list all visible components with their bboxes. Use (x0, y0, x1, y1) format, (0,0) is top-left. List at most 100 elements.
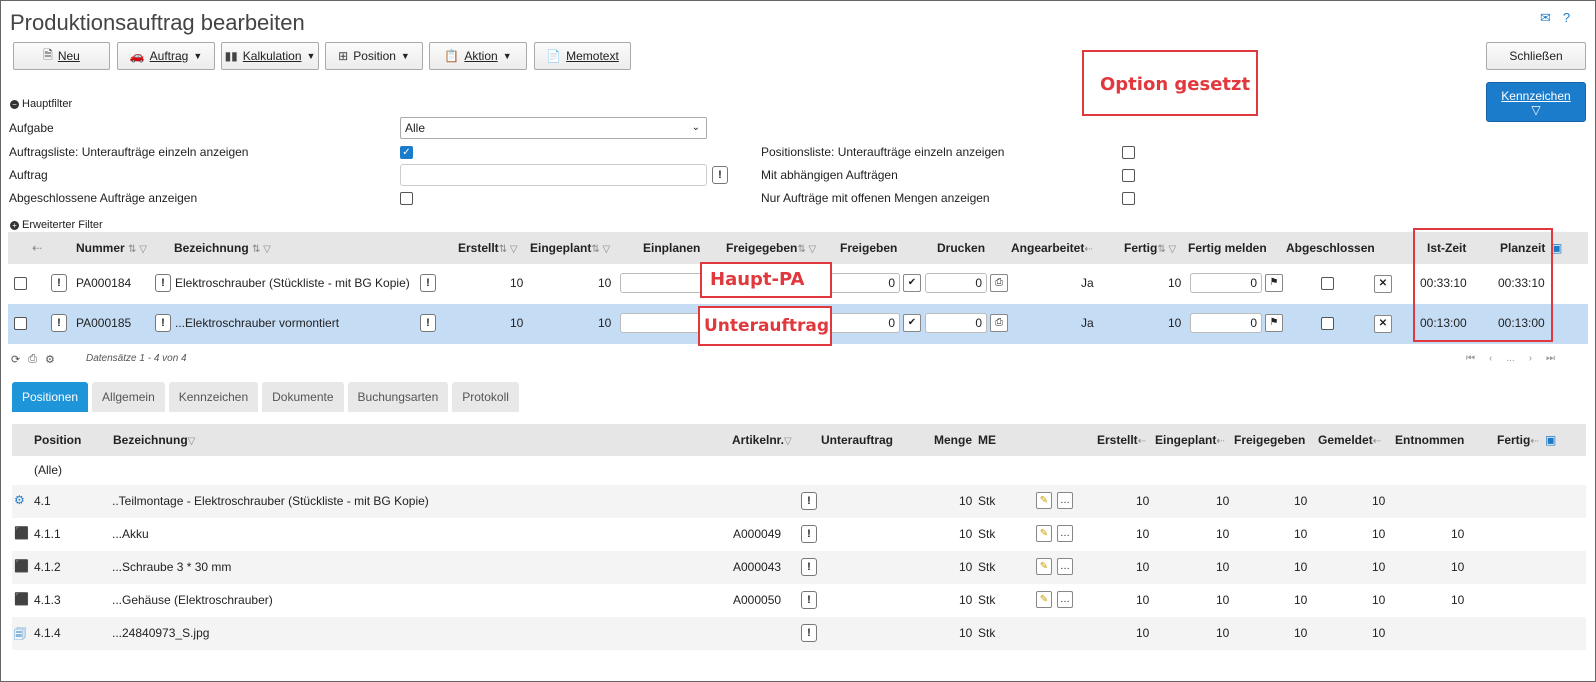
position-menu-button[interactable]: ⊞ Position ▼ (325, 42, 423, 70)
col-angearbeitet[interactable]: Angearbeitet⇠ (1011, 241, 1093, 255)
memotext-button[interactable]: 📄 Memotext (534, 42, 631, 70)
kennzeichen-button[interactable]: Kennzeichen ▽ (1486, 82, 1586, 122)
all-positions-row[interactable]: (Alle) (34, 463, 62, 477)
close-order-icon[interactable]: ✕ (1374, 275, 1392, 293)
abgeschlossen-row-checkbox[interactable] (1321, 277, 1334, 290)
col-fertig[interactable]: Fertig⇅ ▽ (1124, 241, 1176, 255)
pcol-erstellt[interactable]: Erstellt⇠ (1097, 433, 1146, 447)
row-select-checkbox[interactable] (14, 277, 27, 290)
settings-icon[interactable]: ⚙ (45, 353, 55, 366)
col-bezeichnung[interactable]: Bezeichnung ⇅ ▽ (174, 241, 271, 255)
tab-allgemein[interactable]: Allgemein (92, 382, 165, 412)
print-icon[interactable]: ⎙ (990, 274, 1008, 292)
bezeichnung-detail-button[interactable]: ! (420, 314, 436, 332)
col-einplanen: Einplanen (643, 241, 701, 255)
unterauftrag-button[interactable]: ! (801, 624, 817, 642)
more-button[interactable]: … (1057, 558, 1073, 575)
pcol-eingeplant[interactable]: Eingeplant⇠ (1155, 433, 1225, 447)
fertig-melden-input[interactable]: 0 (1190, 313, 1262, 333)
refresh-icon[interactable]: ⟳ (11, 353, 20, 366)
col-eingeplant[interactable]: Eingeplant⇅ ▽ (530, 241, 610, 255)
last-page-icon[interactable]: ⏭ (1546, 353, 1555, 364)
edit-pencil-icon[interactable]: ✎ (1036, 558, 1052, 575)
fertig-melden-input[interactable]: 0 (1190, 273, 1262, 293)
first-page-icon[interactable]: ⏮ (1466, 353, 1475, 364)
close-button[interactable]: Schließen (1486, 42, 1586, 70)
calculation-menu-button[interactable]: ▮▮ Kalkulation ▼ (221, 42, 319, 70)
cell-bezeichnung: ...Schraube 3 * 30 mm (112, 560, 232, 574)
unterauftrag-button[interactable]: ! (801, 558, 817, 576)
tab-buchungsarten[interactable]: Buchungsarten (347, 382, 449, 412)
drucken-input[interactable]: 0 (925, 313, 987, 333)
print-icon[interactable]: ⎙ (28, 353, 37, 366)
finish-flag-icon[interactable]: ⚑ (1265, 314, 1283, 332)
col-nummer[interactable]: Nummer ⇅ ▽ (76, 241, 147, 255)
action-menu-button[interactable]: 📋 Aktion ▼ (429, 42, 527, 70)
tab-positionen[interactable]: Positionen (12, 382, 89, 412)
prev-page-icon[interactable]: ‹ (1489, 353, 1492, 364)
finish-flag-icon[interactable]: ⚑ (1265, 274, 1283, 292)
auftrag-input[interactable] (400, 164, 707, 186)
edit-pencil-icon[interactable]: ✎ (1036, 591, 1052, 608)
abgeschlossen-row-checkbox[interactable] (1321, 317, 1334, 330)
col-freigegeben[interactable]: Freigegeben⇅ ▽ (726, 241, 816, 255)
caret-down-icon: ▼ (400, 51, 410, 61)
row-detail-button[interactable]: ! (51, 314, 67, 332)
more-button[interactable]: … (1057, 591, 1073, 608)
edit-pencil-icon[interactable]: ✎ (1036, 525, 1052, 542)
cell-erstellt: 10 (1136, 626, 1150, 640)
position-row[interactable]: ⬛ 4.1.2 ...Schraube 3 * 30 mm A000043 ! … (12, 551, 1586, 584)
tab-protokoll[interactable]: Protokoll (452, 382, 519, 412)
unterauftrag-button[interactable]: ! (801, 525, 817, 543)
extended-filter-toggle[interactable]: + Erweiterter Filter (10, 219, 103, 231)
pcol-bezeichnung[interactable]: Bezeichnung▽ (113, 433, 195, 447)
bezeichnung-detail-button[interactable]: ! (420, 274, 436, 292)
positionsliste-checkbox[interactable] (1122, 146, 1135, 159)
unterauftrag-button[interactable]: ! (801, 591, 817, 609)
cell-eingeplant: 10 (1216, 527, 1230, 541)
next-page-icon[interactable]: › (1529, 353, 1532, 364)
auftrag-lookup-button[interactable]: ! (712, 166, 728, 184)
more-button[interactable]: … (1057, 492, 1073, 509)
main-filter-toggle[interactable]: − Hauptfilter (10, 98, 72, 110)
einplanen-input[interactable]: 0 (620, 273, 712, 293)
position-row[interactable]: ⬛ 4.1.3 ...Gehäuse (Elektroschrauber) A0… (12, 584, 1586, 617)
close-order-icon[interactable]: ✕ (1374, 315, 1392, 333)
pcol-gemeldet[interactable]: Gemeldet⇠ (1318, 433, 1381, 447)
freigeben-confirm-icon[interactable]: ✔ (903, 314, 921, 332)
article-detail-button[interactable]: ! (155, 314, 171, 332)
column-chooser-icon[interactable]: ▣ (1545, 433, 1556, 447)
row-detail-button[interactable]: ! (51, 274, 67, 292)
col-erstellt[interactable]: Erstellt⇅ ▽ (458, 241, 518, 255)
tab-kennzeichen[interactable]: Kennzeichen (168, 382, 259, 412)
freigeben-input[interactable]: 0 (830, 273, 900, 293)
pcol-fertig[interactable]: Fertig⇠ (1497, 433, 1539, 447)
mail-icon[interactable]: ✉ (1540, 10, 1551, 26)
tab-dokumente[interactable]: Dokumente (262, 382, 344, 412)
row-select-checkbox[interactable] (14, 317, 27, 330)
help-icon[interactable]: ? (1563, 10, 1570, 26)
pcol-artikelnr[interactable]: Artikelnr.▽ (732, 433, 792, 447)
unterauftrag-button[interactable]: ! (801, 492, 817, 510)
more-button[interactable]: … (1057, 525, 1073, 542)
edit-pencil-icon[interactable]: ✎ (1036, 492, 1052, 509)
col-abgeschlossen: Abgeschlossen (1286, 241, 1375, 255)
back-arrow-icon[interactable]: ⇠ (32, 241, 42, 255)
drucken-input[interactable]: 0 (925, 273, 987, 293)
offene-checkbox[interactable] (1122, 192, 1135, 205)
order-menu-button[interactable]: 🚗 Auftrag ▼ (117, 42, 215, 70)
abgeschlossen-checkbox[interactable] (400, 192, 413, 205)
position-row[interactable]: 🗐 4.1.4 ...24840973_S.jpg ! 10 Stk 10 10… (12, 617, 1586, 650)
auftragsliste-checkbox[interactable]: ✓ (400, 146, 413, 159)
freigeben-input[interactable]: 0 (830, 313, 900, 333)
position-row[interactable]: ⚙ 4.1 ..Teilmontage - Elektroschrauber (… (12, 485, 1586, 518)
pcol-position[interactable]: Position (34, 433, 81, 447)
position-row[interactable]: ⬛ 4.1.1 ...Akku A000049 ! 10 Stk ✎ … 10 … (12, 518, 1586, 551)
freigeben-confirm-icon[interactable]: ✔ (903, 274, 921, 292)
aufgabe-select[interactable]: Alle ⌄ (400, 117, 707, 139)
print-icon[interactable]: ⎙ (990, 314, 1008, 332)
article-detail-button[interactable]: ! (155, 274, 171, 292)
new-button[interactable]: 🗎 Neu (13, 42, 110, 70)
order-menu-label: Auftrag (149, 49, 189, 63)
abhaengig-checkbox[interactable] (1122, 169, 1135, 182)
